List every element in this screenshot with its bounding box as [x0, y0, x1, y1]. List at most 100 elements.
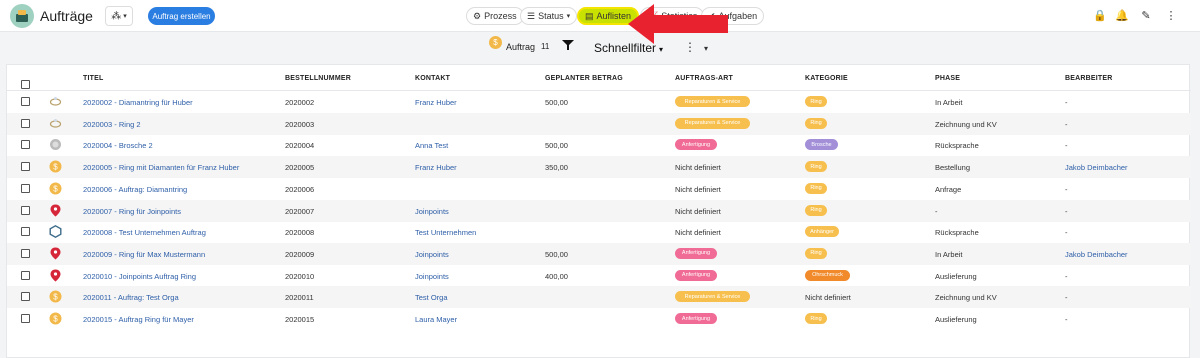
table-row[interactable]: 2020004 - Brosche 2 2020004 Anna Test 500,0…	[7, 134, 1191, 156]
col-auftragsart[interactable]: AUFTRAGS-ART	[675, 75, 733, 82]
row-checkbox[interactable]	[21, 270, 30, 280]
assignee[interactable]: Jakob Deimbacher	[1065, 250, 1128, 259]
table-row[interactable]: 2020009 - Ring für Max Mustermann 2020009…	[7, 242, 1191, 265]
category-badge: Brosche	[805, 139, 838, 151]
contact-link[interactable]: Franz Huber	[415, 98, 457, 107]
order-number: 2020011	[285, 293, 314, 303]
select-all-checkbox[interactable]	[21, 80, 30, 89]
filter-icon[interactable]	[562, 39, 574, 54]
table-row[interactable]: $2020011 - Auftrag: Test Orga 2020011 Test…	[7, 286, 1191, 309]
order-number: 2020015	[285, 315, 315, 324]
col-kontakt[interactable]: KONTAKT	[415, 75, 450, 82]
order-type-badge: Reparaturen & Service	[675, 291, 750, 303]
order-title-link[interactable]: 2020015 - Auftrag Ring für Mayer	[83, 315, 194, 324]
contact-link[interactable]: Test Orga	[415, 293, 448, 302]
order-type-badge: Anfertigung	[675, 247, 717, 259]
row-checkbox[interactable]	[21, 314, 30, 323]
edit-icon[interactable]: ✎	[1139, 8, 1153, 22]
col-bestellnummer[interactable]: BESTELLNUMMER	[285, 75, 351, 82]
table-row[interactable]: 2020010 - Joinpoints Auftrag Ring 2020010…	[7, 265, 1191, 287]
assignee: -	[1065, 98, 1068, 107]
pin-icon	[49, 269, 62, 282]
table-row[interactable]: 2020002 - Diamantring für Huber 2020002 Fr…	[7, 91, 1191, 113]
col-kategorie[interactable]: KATEGORIE	[805, 75, 848, 82]
order-title-link[interactable]: 2020007 - Ring für Joinpoints	[83, 207, 181, 216]
order-title-link[interactable]: 2020005 - Ring mit Diamanten für Franz H…	[83, 163, 239, 172]
table-row[interactable]: 2020003 - Ring 2 2020003 Reparaturen & Ser…	[7, 112, 1191, 135]
category-text: Nicht definiert	[805, 293, 851, 303]
category-badge: Ring	[805, 117, 827, 129]
row-checkbox[interactable]	[21, 162, 30, 172]
assignee[interactable]: Jakob Deimbacher	[1065, 163, 1128, 172]
phase: Rücksprache	[935, 228, 979, 238]
category-badge: Ring	[805, 313, 827, 324]
category-badge: Ring	[805, 247, 827, 259]
col-betrag[interactable]: GEPLANTER BETRAG	[545, 75, 623, 82]
order-title-link[interactable]: 2020006 - Auftrag: Diamantring	[83, 185, 187, 194]
order-number: 2020007	[285, 206, 315, 216]
row-checkbox[interactable]	[21, 183, 30, 193]
order-title-link[interactable]: 2020008 - Test Unternehmen Auftrag	[83, 228, 206, 237]
create-order-button[interactable]: Auftrag erstellen	[148, 7, 215, 25]
order-title-link[interactable]: 2020004 - Brosche 2	[83, 141, 153, 150]
phase: Auslieferung	[935, 271, 977, 281]
ring-icon	[49, 117, 62, 130]
lock-icon[interactable]: 🔒	[1093, 8, 1107, 22]
quick-filter-dropdown[interactable]: Schnellfilter ▾	[594, 41, 663, 55]
more-options-button[interactable]: ⋮ ▾	[684, 40, 708, 54]
row-checkbox[interactable]	[21, 292, 30, 302]
order-title-link[interactable]: 2020002 - Diamantring für Huber	[83, 98, 193, 107]
org-chart-button[interactable]: ⁂ ▾	[105, 6, 133, 26]
page-title: Aufträge	[40, 8, 93, 24]
coin-icon: $	[49, 160, 62, 173]
category-badge: Ring	[805, 182, 827, 194]
more-vertical-icon: ⋮	[684, 40, 696, 54]
order-number: 2020005	[285, 163, 315, 173]
contact-link[interactable]: Joinpoints	[415, 250, 449, 259]
order-title-link[interactable]: 2020010 - Joinpoints Auftrag Ring	[83, 272, 196, 281]
order-title-link[interactable]: 2020011 - Auftrag: Test Orga	[83, 293, 179, 302]
contact-link[interactable]: Laura Mayer	[415, 315, 457, 324]
order-count-label: Auftrag	[506, 42, 536, 52]
contact-link[interactable]: Joinpoints	[415, 207, 449, 216]
row-checkbox[interactable]	[21, 97, 30, 106]
table-row[interactable]: $2020006 - Auftrag: Diamantring 2020006 Ni…	[7, 178, 1191, 200]
order-title-link[interactable]: 2020003 - Ring 2	[83, 120, 141, 129]
tab-status[interactable]: ☰ Status ▾	[520, 7, 578, 25]
row-checkbox[interactable]	[21, 227, 30, 237]
contact-link[interactable]: Anna Test	[415, 141, 448, 150]
pin-icon	[49, 247, 62, 260]
contact-link[interactable]: Franz Huber	[415, 163, 457, 172]
table-row[interactable]: $2020005 - Ring mit Diamanten für Franz …	[7, 156, 1191, 179]
row-checkbox[interactable]	[21, 140, 30, 150]
tab-label: Status	[538, 11, 564, 21]
col-phase[interactable]: PHASE	[935, 75, 960, 82]
table-row[interactable]: 2020007 - Ring für Joinpoints 2020007 Join…	[7, 199, 1191, 222]
order-number: 2020010	[285, 271, 315, 281]
order-title-link[interactable]: 2020009 - Ring für Max Mustermann	[83, 250, 205, 259]
ring-icon	[49, 95, 62, 108]
row-checkbox[interactable]	[21, 248, 30, 258]
phase: Rücksprache	[935, 141, 979, 151]
table-row[interactable]: $2020015 - Auftrag Ring für Mayer 2020015…	[7, 308, 1191, 330]
assignee: -	[1065, 228, 1068, 238]
table-row[interactable]: 2020008 - Test Unternehmen Auftrag 202000…	[7, 221, 1191, 243]
contact-link[interactable]: Test Unternehmen	[415, 228, 476, 237]
more-vertical-icon[interactable]: ⋮	[1164, 8, 1178, 22]
contact-link[interactable]: Joinpoints	[415, 272, 449, 281]
bell-icon[interactable]: 🔔	[1115, 8, 1129, 22]
category-badge: Ohrschmuck	[805, 269, 850, 281]
list-icon: ☰	[527, 10, 536, 21]
planned-amount: 500,00	[545, 141, 568, 151]
tab-prozess[interactable]: ⚙ Prozess	[466, 7, 524, 25]
chevron-down-icon: ▾	[123, 13, 127, 20]
col-titel[interactable]: TITEL	[83, 75, 103, 82]
col-bearbeiter[interactable]: BEARBEITER	[1065, 75, 1113, 82]
assignee: -	[1065, 315, 1068, 324]
category-badge: Ring	[805, 96, 827, 107]
phase: Anfrage	[935, 184, 962, 194]
row-checkbox[interactable]	[21, 205, 30, 215]
row-checkbox[interactable]	[21, 118, 30, 128]
assignee: -	[1065, 184, 1068, 194]
orders-table: TITEL BESTELLNUMMER KONTAKT GEPLANTER BE…	[6, 64, 1191, 358]
